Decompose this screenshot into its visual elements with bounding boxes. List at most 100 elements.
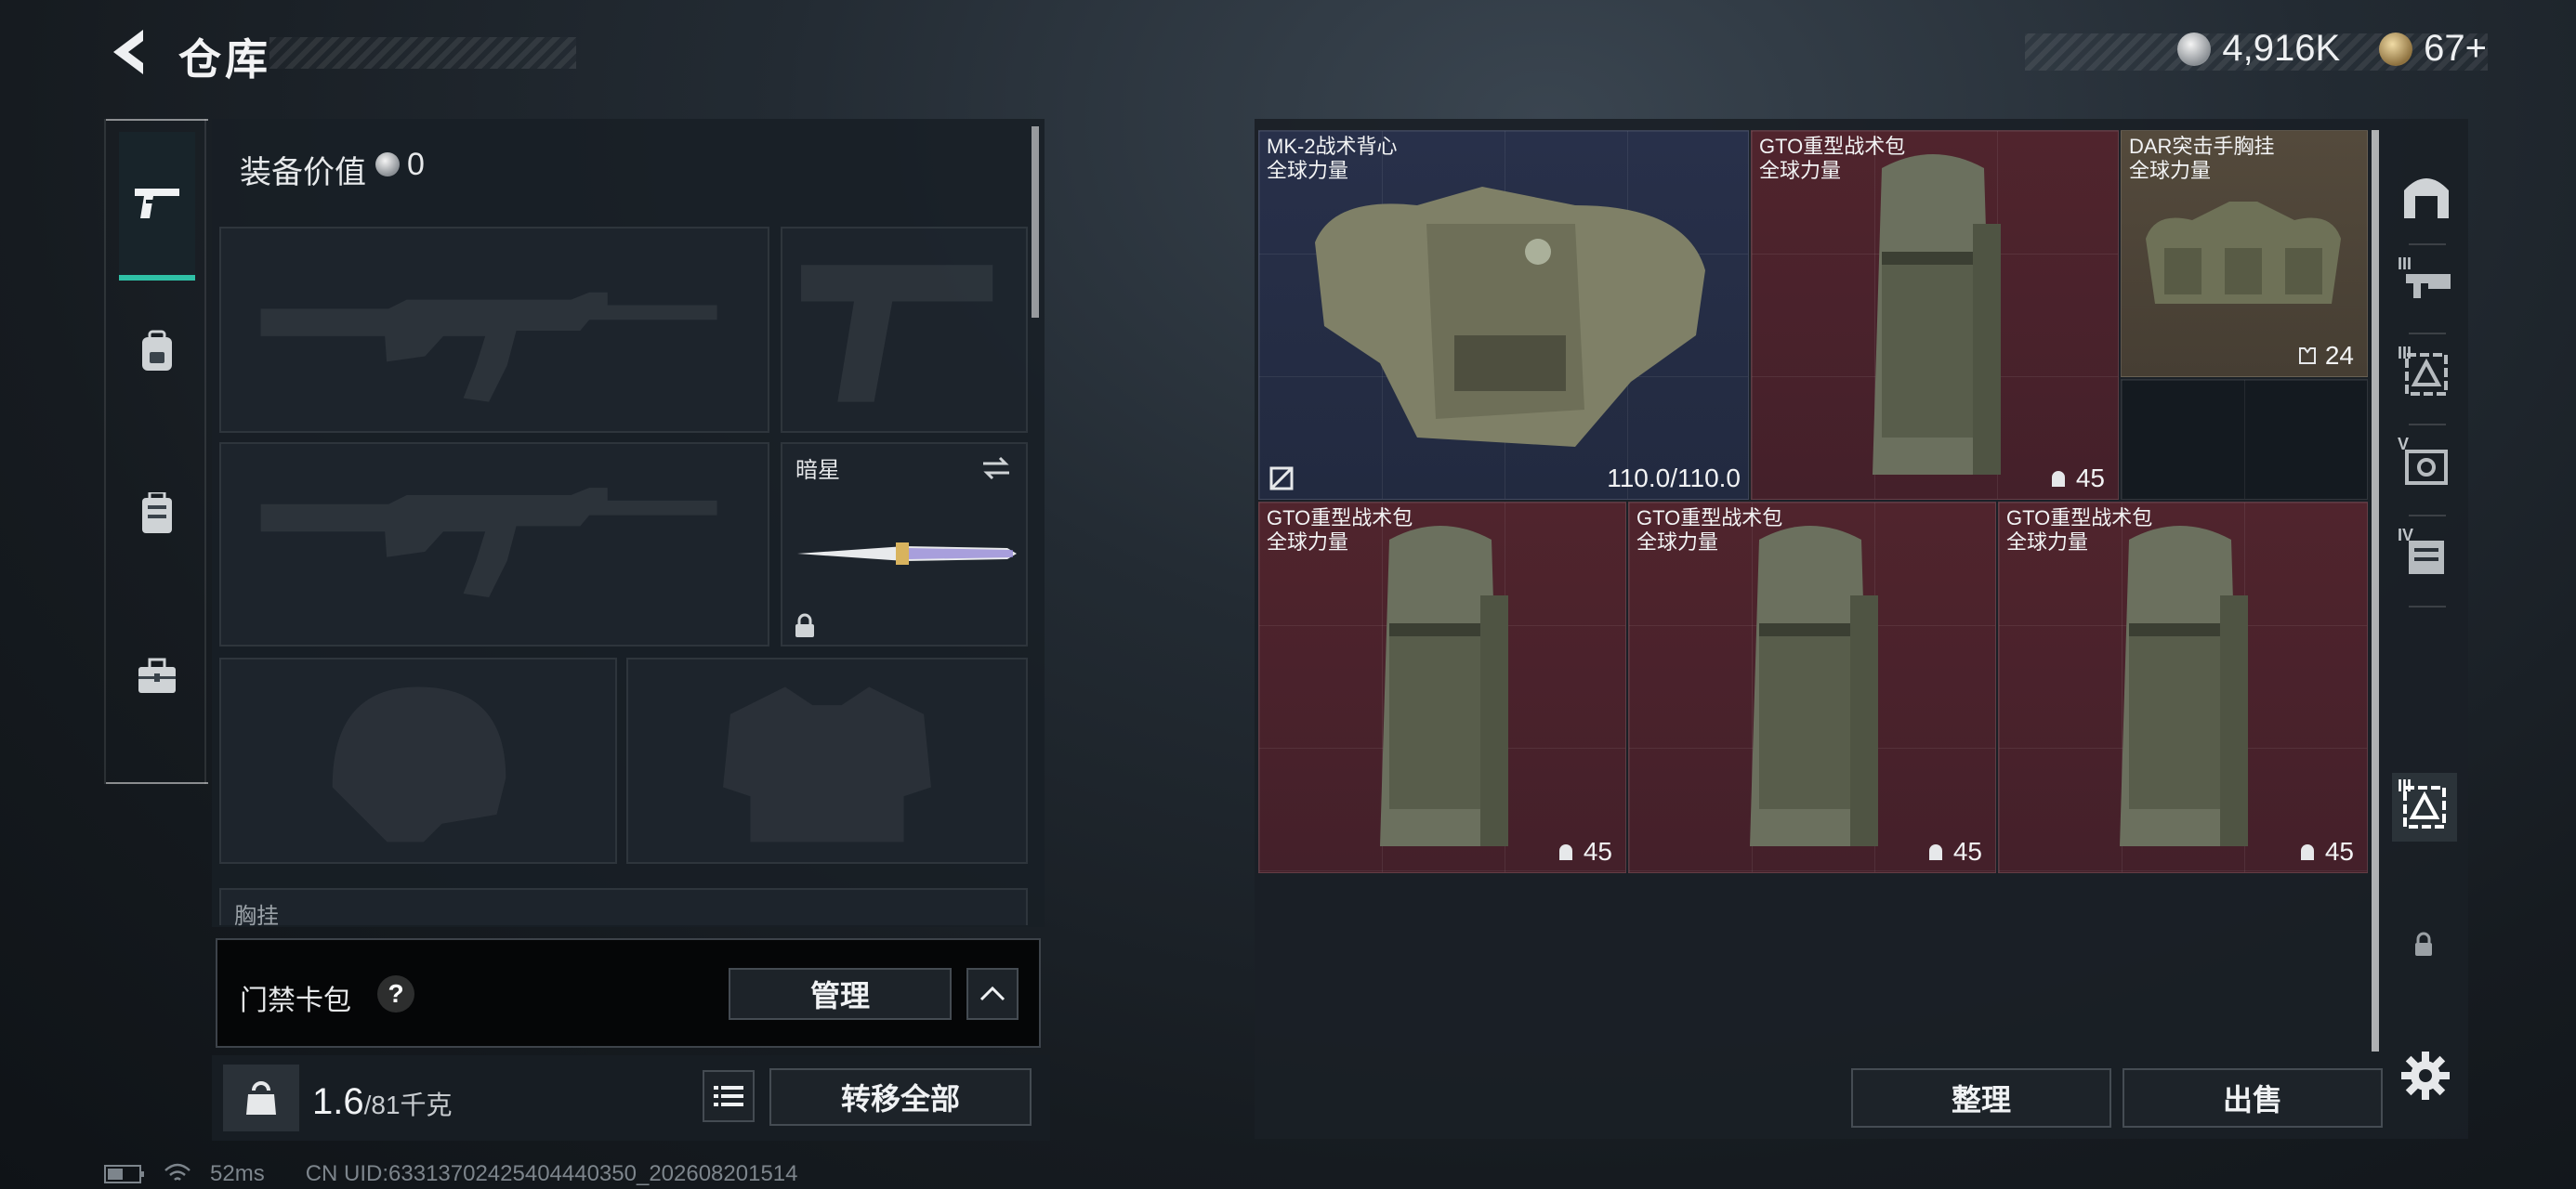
- item-capacity: 45: [2297, 837, 2354, 867]
- item-name: GTO重型战术包: [1636, 506, 1783, 529]
- storage-tab-3a[interactable]: III: [2392, 251, 2461, 320]
- tab-tier: III: [2398, 255, 2412, 273]
- storage-tab-column: III III V IV III: [2385, 119, 2468, 1048]
- item-capacity: 45: [2048, 464, 2105, 493]
- backpack-tab[interactable]: [119, 295, 195, 407]
- tab-tier: III: [2398, 777, 2412, 795]
- storage-item[interactable]: GTO重型战术包 全球力量 45: [1258, 502, 1626, 873]
- uid-text: CN UID:63313702425404440350_202608201514: [305, 1161, 798, 1186]
- heavy-backpack-icon: [1380, 526, 1508, 846]
- storage-item[interactable]: MK-2战术背心 全球力量 110.0/110.0: [1258, 130, 1749, 500]
- capacity-icon: [1928, 844, 1942, 860]
- storage-tab-4[interactable]: IV: [2392, 522, 2461, 591]
- item-subtitle: 全球力量: [1267, 530, 1349, 554]
- item-subtitle: 全球力量: [1759, 159, 1842, 182]
- tab-tier: IV: [2398, 526, 2414, 544]
- item-name: MK-2战术背心: [1267, 135, 1398, 158]
- loadout-scrollbar[interactable]: [1032, 126, 1039, 318]
- ping-value: 52ms: [210, 1161, 265, 1186]
- title-stripe: [269, 37, 576, 69]
- tab-tier: V: [2398, 435, 2410, 453]
- heavy-backpack-icon: [1873, 154, 2001, 475]
- item-name: GTO重型战术包: [2006, 506, 2153, 529]
- storage-tab-3c-active[interactable]: III: [2392, 773, 2457, 842]
- melee-slot[interactable]: 暗星: [781, 442, 1028, 647]
- empty-grid-cell[interactable]: [2121, 379, 2368, 500]
- tactical-vest-icon: [1315, 187, 1705, 447]
- chest-rig-label: 胸挂: [234, 904, 279, 929]
- battery-icon: [104, 1165, 144, 1183]
- keycard-label: 门禁卡包: [240, 986, 351, 1016]
- item-label: DAR突击手胸挂 全球力量: [2129, 135, 2274, 183]
- pistol-icon: [135, 189, 179, 218]
- safe-box-icon: [2405, 450, 2448, 485]
- storage-item[interactable]: GTO重型战术包 全球力量 45: [1998, 502, 2368, 873]
- storage-item[interactable]: GTO重型战术包 全球力量 45: [1628, 502, 1996, 873]
- armor-silhouette-icon: [723, 686, 931, 843]
- status-bar: 52ms CN UID:63313702425404440350_2026082…: [104, 1161, 798, 1187]
- knife-icon: [797, 542, 1017, 565]
- help-icon[interactable]: ?: [377, 975, 414, 1013]
- armor-slot[interactable]: [626, 658, 1028, 864]
- item-subtitle: 全球力量: [2006, 530, 2089, 554]
- item-name: DAR突击手胸挂: [2129, 135, 2275, 158]
- chevron-up-icon: [979, 986, 1005, 1001]
- storage-item[interactable]: GTO重型战术包 全球力量 45: [1751, 130, 2119, 500]
- primary-weapon-slot[interactable]: [219, 227, 769, 433]
- vest-tab[interactable]: [119, 458, 195, 569]
- manage-button[interactable]: 管理: [729, 968, 952, 1020]
- capacity-value: 45: [1952, 837, 1982, 866]
- capacity-icon: [2300, 844, 2314, 860]
- toolbox-tab[interactable]: [119, 621, 195, 732]
- item-label: MK-2战术背心 全球力量: [1267, 135, 1398, 183]
- item-label: GTO重型战术包 全球力量: [1267, 506, 1413, 555]
- tab-tier: III: [2398, 344, 2412, 362]
- gear-icon[interactable]: [2398, 1048, 2453, 1104]
- sell-button[interactable]: 出售: [2123, 1068, 2383, 1128]
- silver-amount: 4,916K: [2222, 28, 2341, 69]
- list-icon: [714, 1086, 743, 1106]
- capacity-value: 45: [2075, 464, 2105, 492]
- collapse-button[interactable]: [966, 968, 1019, 1020]
- carry-weight-current: 1.6: [312, 1081, 364, 1122]
- storage-grid: MK-2战术背心 全球力量 110.0/110.0 GTO重型战术包 全球力量 …: [1258, 130, 2368, 873]
- helmet-slot[interactable]: [219, 658, 617, 864]
- item-capacity: 45: [1556, 837, 1612, 867]
- backpack-icon: [142, 330, 172, 371]
- chest-rig-icon: [2146, 202, 2341, 304]
- sort-button[interactable]: 整理: [1851, 1068, 2111, 1128]
- warehouse-icon: [2404, 178, 2449, 218]
- kettlebell-icon: [246, 1081, 276, 1115]
- sidearm-slot[interactable]: [781, 227, 1028, 433]
- kg-weight-icon: [223, 1065, 299, 1131]
- storage-tab-home[interactable]: [2392, 162, 2461, 230]
- carry-weight-max: /81千克: [363, 1091, 453, 1119]
- storage-tab-locked[interactable]: [2396, 910, 2451, 979]
- item-subtitle: 全球力量: [2129, 159, 2212, 182]
- storage-scrollbar[interactable]: [2372, 130, 2379, 1052]
- capacity-icon: [2051, 471, 2065, 487]
- storage-tab-3b[interactable]: III: [2392, 340, 2461, 409]
- chest-rig-slot[interactable]: 胸挂: [219, 888, 1028, 929]
- silver-coin-icon: [375, 152, 400, 176]
- lock-icon: [2415, 932, 2432, 956]
- helmet-silhouette-icon: [332, 686, 506, 843]
- swap-icon[interactable]: [979, 455, 1013, 481]
- list-view-button[interactable]: [703, 1070, 755, 1122]
- rifle-silhouette-icon: [260, 292, 717, 402]
- storage-tab-5[interactable]: V: [2392, 431, 2461, 500]
- weapon-tab[interactable]: [119, 132, 195, 281]
- lock-icon: [795, 613, 814, 637]
- transfer-all-button[interactable]: 转移全部: [769, 1068, 1032, 1126]
- pistol-silhouette-icon: [801, 265, 993, 402]
- item-durability: 110.0/110.0: [1607, 464, 1741, 492]
- back-arrow-icon[interactable]: [104, 24, 156, 80]
- equip-value: 0: [407, 147, 425, 182]
- secondary-weapon-slot[interactable]: [219, 442, 769, 647]
- storage-item[interactable]: DAR突击手胸挂 全球力量 24: [2121, 130, 2368, 377]
- vest-slots-icon: [2298, 347, 2316, 364]
- item-subtitle: 全球力量: [1267, 159, 1349, 182]
- toolbox-icon: [138, 658, 176, 693]
- equip-value-label: 装备价值: [240, 155, 366, 190]
- rifle-silhouette-icon: [260, 488, 717, 597]
